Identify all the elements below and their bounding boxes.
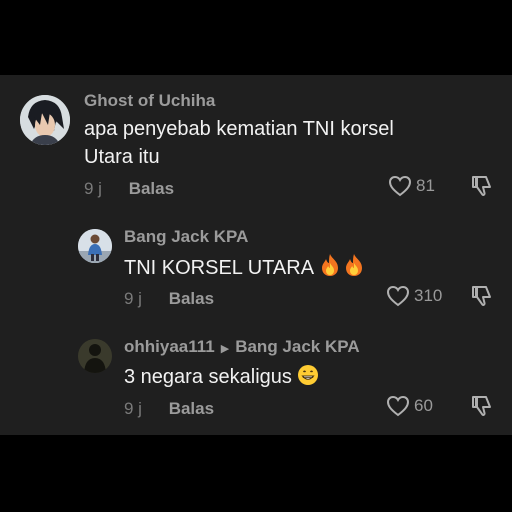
grinning-face-emoji-icon xyxy=(298,365,319,385)
reply-to-username[interactable]: Bang Jack KPA xyxy=(235,337,359,356)
comment-text: 3 negara sekaligus xyxy=(124,363,319,391)
dislike-button[interactable] xyxy=(470,394,494,423)
comment-username[interactable]: Bang Jack KPA xyxy=(124,227,248,247)
person-photo-avatar-icon xyxy=(78,229,112,263)
heart-icon xyxy=(388,175,412,197)
heart-icon xyxy=(386,285,410,307)
comment-text-content: TNI KORSEL UTARA xyxy=(124,257,313,279)
comment-text-content: 3 negara sekaligus xyxy=(124,366,292,388)
like-button[interactable]: 81 xyxy=(388,175,435,197)
comment-meta: 9 j Balas xyxy=(84,179,174,199)
avatar[interactable] xyxy=(78,339,112,373)
comment-item: Bang Jack KPA TNI KORSEL UTARA 9 j Balas… xyxy=(0,215,512,315)
reply-button[interactable]: Balas xyxy=(169,289,214,308)
comment-item: ohhiyaa111 ▶ Bang Jack KPA 3 negara sekali… xyxy=(0,325,512,425)
dislike-button[interactable] xyxy=(470,284,494,313)
comment-time: 9 j xyxy=(124,399,142,418)
like-count: 310 xyxy=(414,286,443,305)
comment-time: 9 j xyxy=(124,289,142,308)
fire-emoji-icon xyxy=(345,254,362,276)
comment-meta: 9 j Balas xyxy=(124,399,214,419)
thumbs-down-icon xyxy=(472,396,491,416)
heart-icon xyxy=(386,395,410,417)
avatar[interactable] xyxy=(20,95,70,145)
like-button[interactable]: 60 xyxy=(386,395,433,417)
silhouette-avatar-icon xyxy=(78,339,112,373)
like-count: 81 xyxy=(416,176,435,195)
comment-username[interactable]: Ghost of Uchiha xyxy=(84,91,215,111)
dislike-button[interactable] xyxy=(470,174,494,203)
reply-button[interactable]: Balas xyxy=(129,179,174,198)
thumbs-down-icon xyxy=(472,176,491,196)
anime-character-avatar-icon xyxy=(20,95,70,145)
avatar[interactable] xyxy=(78,229,112,263)
comment-meta: 9 j Balas xyxy=(124,289,214,309)
comments-panel: Ghost of Uchiha apa penyebab kematian TN… xyxy=(0,75,512,435)
caret-right-icon: ▶ xyxy=(220,343,230,355)
reply-button[interactable]: Balas xyxy=(169,399,214,418)
comment-text: TNI KORSEL UTARA xyxy=(124,253,365,282)
comment-text: apa penyebab kematian TNI korsel Utara i… xyxy=(84,118,394,168)
thumbs-down-icon xyxy=(472,286,491,306)
reply-author[interactable]: ohhiyaa111 xyxy=(124,337,215,356)
comment-item: Ghost of Uchiha apa penyebab kematian TN… xyxy=(0,75,512,200)
like-button[interactable]: 310 xyxy=(386,285,442,307)
comment-username: ohhiyaa111 ▶ Bang Jack KPA xyxy=(124,337,360,357)
like-count: 60 xyxy=(414,396,433,415)
comment-time: 9 j xyxy=(84,179,102,198)
fire-emoji-icon xyxy=(321,254,338,276)
